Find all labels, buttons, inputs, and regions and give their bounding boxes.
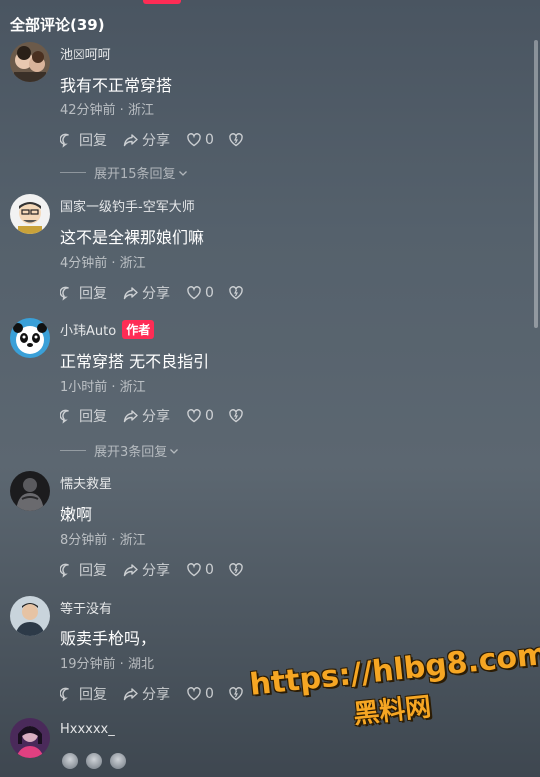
comment-text: 我有不正常穿搭 bbox=[60, 76, 173, 95]
comment-text: 正常穿搭 无不良指引 bbox=[60, 352, 210, 371]
emoji-icon bbox=[110, 753, 126, 769]
reply-icon bbox=[60, 409, 69, 424]
expand-replies[interactable]: 展开3条回复 bbox=[60, 441, 179, 460]
avatar[interactable] bbox=[10, 318, 50, 358]
heart-icon bbox=[187, 133, 201, 147]
share-button[interactable]: 分享 bbox=[123, 130, 170, 150]
comment-text: 这不是全裸那娘们嘛 bbox=[60, 228, 205, 247]
reply-button[interactable]: 回复 bbox=[60, 130, 107, 150]
share-icon bbox=[123, 688, 138, 701]
reply-icon bbox=[60, 563, 69, 578]
like-button[interactable]: 0 bbox=[186, 408, 214, 424]
avatar[interactable] bbox=[10, 42, 50, 82]
comment-meta: 42分钟前 · 浙江 bbox=[60, 103, 154, 118]
like-button[interactable]: 0 bbox=[186, 285, 214, 301]
active-tab-indicator bbox=[143, 0, 181, 4]
emoji-reactions bbox=[62, 753, 134, 769]
chevron-down-icon bbox=[170, 448, 179, 454]
share-icon bbox=[123, 287, 138, 300]
dislike-button[interactable] bbox=[228, 562, 247, 578]
share-icon bbox=[123, 134, 138, 147]
comment-actions: 回复 分享 0 bbox=[60, 684, 263, 704]
dislike-button[interactable] bbox=[228, 132, 247, 148]
dislike-icon bbox=[229, 563, 243, 577]
watermark: https://hlbg8.com 黑料网 bbox=[248, 637, 540, 742]
comment-meta: 8分钟前 · 浙江 bbox=[60, 533, 146, 548]
share-button[interactable]: 分享 bbox=[123, 684, 170, 704]
comment-meta: 1小时前 · 浙江 bbox=[60, 380, 146, 395]
reply-icon bbox=[60, 133, 69, 148]
reply-icon bbox=[60, 687, 69, 702]
reply-button[interactable]: 回复 bbox=[60, 560, 107, 580]
chevron-down-icon bbox=[178, 170, 187, 176]
dislike-button[interactable] bbox=[228, 408, 247, 424]
like-button[interactable]: 0 bbox=[186, 562, 214, 578]
author-badge: 作者 bbox=[122, 320, 155, 339]
comment-meta: 19分钟前 · 湖北 bbox=[60, 657, 154, 672]
comment-text: 嫩啊 bbox=[60, 505, 93, 524]
avatar[interactable] bbox=[10, 596, 50, 636]
comment-actions: 回复 分享 0 bbox=[60, 283, 263, 303]
comments-count-title: 全部评论(39) bbox=[10, 16, 105, 34]
reply-icon bbox=[60, 286, 69, 301]
dislike-icon bbox=[229, 286, 243, 300]
heart-icon bbox=[187, 286, 201, 300]
like-button[interactable]: 0 bbox=[186, 132, 214, 148]
emoji-icon bbox=[62, 753, 78, 769]
avatar[interactable] bbox=[10, 718, 50, 758]
reply-button[interactable]: 回复 bbox=[60, 283, 107, 303]
avatar[interactable] bbox=[10, 471, 50, 511]
comment-author[interactable]: Hxxxxx_ bbox=[60, 722, 115, 737]
dislike-button[interactable] bbox=[228, 285, 247, 301]
comment-actions: 回复 分享 0 bbox=[60, 560, 263, 580]
comment-author[interactable]: 等于没有 bbox=[60, 598, 112, 617]
reply-button[interactable]: 回复 bbox=[60, 406, 107, 426]
comment-text: 贩卖手枪吗， bbox=[60, 629, 157, 648]
comment-author[interactable]: 池☒呵呵 bbox=[60, 44, 111, 63]
dislike-icon bbox=[229, 409, 243, 423]
divider bbox=[60, 450, 86, 451]
share-button[interactable]: 分享 bbox=[123, 283, 170, 303]
heart-icon bbox=[187, 409, 201, 423]
divider bbox=[60, 172, 86, 173]
dislike-button[interactable] bbox=[228, 686, 247, 702]
comment-author[interactable]: 小玮Auto 作者 bbox=[60, 320, 155, 339]
expand-replies[interactable]: 展开15条回复 bbox=[60, 163, 188, 182]
comment-actions: 回复 分享 0 bbox=[60, 130, 263, 150]
share-button[interactable]: 分享 bbox=[123, 560, 170, 580]
dislike-icon bbox=[229, 687, 243, 701]
comment-author[interactable]: 国家一级钓手-空军大师 bbox=[60, 196, 195, 215]
comment-meta: 4分钟前 · 浙江 bbox=[60, 256, 146, 271]
comment-actions: 回复 分享 0 bbox=[60, 406, 263, 426]
emoji-icon bbox=[86, 753, 102, 769]
reply-button[interactable]: 回复 bbox=[60, 684, 107, 704]
like-button[interactable]: 0 bbox=[186, 686, 214, 702]
dislike-icon bbox=[229, 133, 243, 147]
scrollbar[interactable] bbox=[534, 40, 538, 328]
avatar[interactable] bbox=[10, 194, 50, 234]
share-icon bbox=[123, 410, 138, 423]
share-button[interactable]: 分享 bbox=[123, 406, 170, 426]
comment-author[interactable]: 懦夫救星 bbox=[60, 473, 112, 492]
heart-icon bbox=[187, 687, 201, 701]
heart-icon bbox=[187, 563, 201, 577]
share-icon bbox=[123, 564, 138, 577]
